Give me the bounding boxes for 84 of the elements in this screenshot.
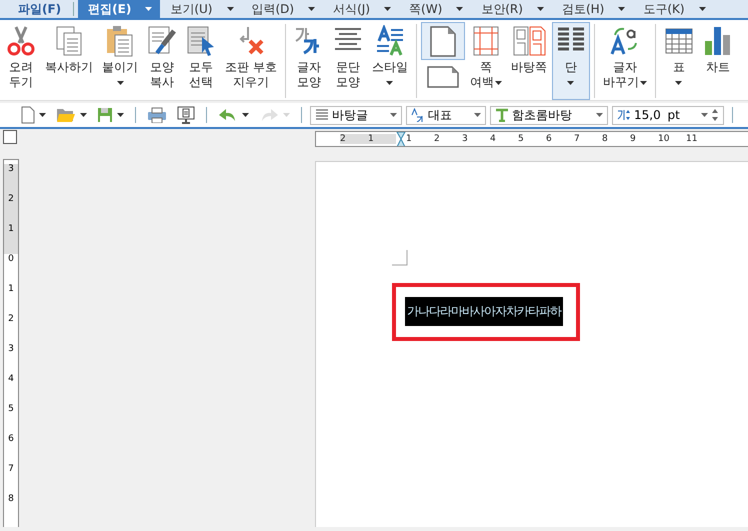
cursor-icon xyxy=(186,25,216,57)
ruler-number: 11 xyxy=(686,134,698,144)
ribbon-button[interactable]: 오려 두기 xyxy=(2,22,40,100)
ruler-number: 2 xyxy=(7,314,15,326)
ruler-number: 8 xyxy=(7,494,15,506)
master-page-icon xyxy=(512,25,546,57)
ruler-number: 5 xyxy=(518,134,525,144)
page-orientation-button[interactable] xyxy=(420,22,465,60)
menu-tab[interactable]: 도구(K) xyxy=(633,0,714,18)
caret-icon xyxy=(474,113,481,117)
ruler-number: 7 xyxy=(574,134,581,144)
caret-icon xyxy=(390,113,397,117)
scissors-icon xyxy=(6,25,36,57)
ruler-number: 4 xyxy=(7,374,15,386)
ruler-number: 6 xyxy=(7,434,15,446)
menu-tab[interactable]: 보안(R) xyxy=(471,0,552,18)
ribbon-button[interactable]: 쪽 여백 xyxy=(466,22,506,100)
ruler-number: 5 xyxy=(7,404,15,416)
style-icon xyxy=(374,25,405,57)
ribbon-button[interactable]: 바탕쪽 xyxy=(506,22,551,100)
ribbon-button[interactable]: 단 xyxy=(552,22,590,100)
ribbon-button[interactable]: 차트 xyxy=(698,22,737,100)
page-margin-icon xyxy=(470,25,501,57)
menu-tab[interactable]: 파일(F) xyxy=(8,0,70,18)
language-dropdown[interactable]: 대표 xyxy=(406,106,486,124)
font-size-icon xyxy=(617,108,631,122)
ruler-number: 2 xyxy=(340,134,368,144)
caret-icon xyxy=(596,113,603,117)
menu-tab[interactable]: 검토(H) xyxy=(552,0,634,18)
ruler-number: 0 xyxy=(7,254,15,266)
ruler-number: 1 xyxy=(368,134,396,144)
paragraph-style-icon xyxy=(315,108,329,122)
menu-tab[interactable]: 보기(U) xyxy=(160,0,242,18)
undo-arrow-icon xyxy=(218,107,238,123)
printer-icon xyxy=(147,107,167,123)
ribbon-button[interactable]: 모두 선택 xyxy=(182,22,220,100)
new-document-icon xyxy=(21,106,35,124)
ruler-number: 1 xyxy=(4,224,18,254)
ruler-number: 9 xyxy=(630,134,637,144)
ribbon-button[interactable]: 문단 모양 xyxy=(328,22,367,100)
copy-icon xyxy=(54,25,84,57)
redo-arrow-icon xyxy=(259,107,279,123)
ribbon-button[interactable]: 표 xyxy=(660,22,698,100)
menu-tab[interactable]: 입력(D) xyxy=(242,0,324,18)
ruler-number: 2 xyxy=(434,134,441,144)
ribbon-button[interactable]: 스타일 xyxy=(368,22,412,100)
ruler-number: 6 xyxy=(546,134,553,144)
ribbon-button[interactable]: 붙이기 xyxy=(98,22,142,100)
menu-tab[interactable]: 서식(J) xyxy=(323,0,400,18)
folder-icon xyxy=(56,107,76,123)
ribbon-button[interactable]: 글자 바꾸기 xyxy=(598,22,651,100)
bar-chart-icon xyxy=(702,25,733,57)
font-size-field[interactable]: 15,0 pt xyxy=(612,106,724,124)
corner-mark xyxy=(392,250,408,266)
ruler-number: 4 xyxy=(490,134,497,144)
ruler-number: 10 xyxy=(658,134,670,144)
clipboard-icon xyxy=(105,25,135,57)
ruler-number: 3 xyxy=(462,134,469,144)
page-icon xyxy=(428,25,458,57)
ruler-number: 2 xyxy=(4,194,18,224)
indent-marker-icon xyxy=(396,132,406,146)
ribbon-button[interactable]: 복사하기 xyxy=(41,22,97,100)
language-icon xyxy=(411,108,425,122)
menu-tab[interactable]: 편집(E) xyxy=(78,0,160,18)
ribbon-button[interactable]: 글자 모양 xyxy=(290,22,328,100)
dropper-icon xyxy=(147,25,177,57)
ruler-number: 1 xyxy=(406,134,413,144)
ruler-number: 8 xyxy=(602,134,609,144)
ribbon-button[interactable]: 조판 부호 지우기 xyxy=(221,22,281,100)
ruler-corner-button[interactable] xyxy=(3,130,17,144)
monitor-icon xyxy=(177,106,195,124)
ruler-number: 3 xyxy=(7,344,15,356)
menu-tab[interactable]: 쪽(W) xyxy=(399,0,472,18)
caret-icon xyxy=(701,113,708,117)
font-dropdown[interactable]: 함초롬바탕 xyxy=(490,106,608,124)
ruler-number: 1 xyxy=(7,284,15,296)
document-text: 가나다라마바사아자차카타파하 xyxy=(405,297,563,326)
ruler-number: 3 xyxy=(4,164,18,194)
spinner-icon xyxy=(711,108,719,122)
ruler-number: 7 xyxy=(7,464,15,476)
style-dropdown[interactable]: 바탕글 xyxy=(310,106,402,124)
ribbon-button[interactable]: 모양 복사 xyxy=(143,22,181,100)
font-icon xyxy=(495,108,509,122)
landscape-page-icon xyxy=(426,65,460,89)
